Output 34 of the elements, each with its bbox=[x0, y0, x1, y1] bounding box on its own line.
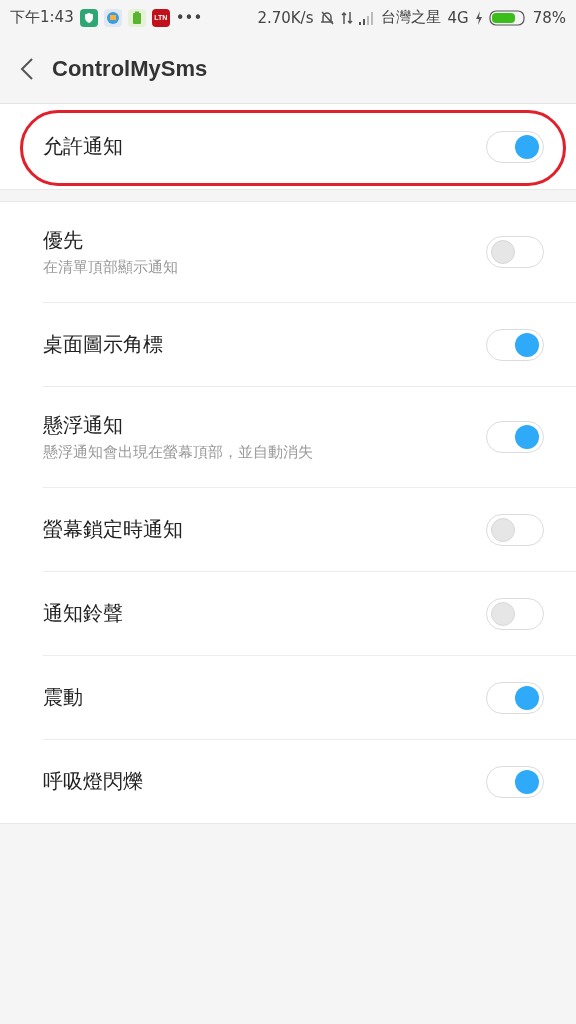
toggle-switch[interactable] bbox=[486, 681, 544, 714]
network-type: 4G bbox=[447, 8, 469, 27]
status-time: 下午1:43 bbox=[10, 8, 74, 27]
battery-app-icon bbox=[127, 8, 146, 27]
setting-label: 螢幕鎖定時通知 bbox=[43, 516, 184, 543]
page-title: ControlMySms bbox=[52, 56, 208, 82]
setting-label: 優先 bbox=[43, 227, 84, 254]
setting-description: 在清單頂部顯示通知 bbox=[43, 258, 179, 277]
signal-icon bbox=[359, 10, 376, 25]
globe-icon bbox=[103, 8, 122, 27]
shield-icon bbox=[79, 8, 98, 27]
setting-label: 震動 bbox=[43, 684, 84, 711]
setting-description: 懸浮通知會出現在螢幕頂部，並自動消失 bbox=[43, 443, 314, 462]
muted-bell-icon bbox=[319, 9, 336, 26]
setting-label: 桌面圖示角標 bbox=[43, 331, 164, 358]
toggle-switch[interactable] bbox=[486, 328, 544, 361]
setting-label: 允許通知 bbox=[43, 133, 124, 160]
setting-label: 通知鈴聲 bbox=[43, 600, 124, 627]
battery-percent: 78% bbox=[532, 8, 566, 27]
toggle-switch[interactable] bbox=[486, 130, 544, 163]
setting-label: 懸浮通知 bbox=[43, 412, 124, 439]
battery-icon bbox=[488, 9, 527, 26]
toggle-switch[interactable] bbox=[486, 597, 544, 630]
back-icon[interactable] bbox=[20, 57, 34, 81]
more-notifications: ••• bbox=[175, 8, 203, 27]
toggle-switch[interactable] bbox=[486, 765, 544, 798]
carrier-name: 台灣之星 bbox=[381, 8, 442, 27]
network-speed: 2.70K/s bbox=[257, 8, 314, 27]
toggle-switch[interactable] bbox=[486, 236, 544, 268]
charging-icon bbox=[474, 10, 483, 25]
toggle-switch[interactable] bbox=[486, 421, 544, 453]
toggle-switch[interactable] bbox=[486, 513, 544, 546]
setting-label: 呼吸燈閃爍 bbox=[43, 768, 144, 795]
data-arrows-icon bbox=[341, 10, 354, 25]
